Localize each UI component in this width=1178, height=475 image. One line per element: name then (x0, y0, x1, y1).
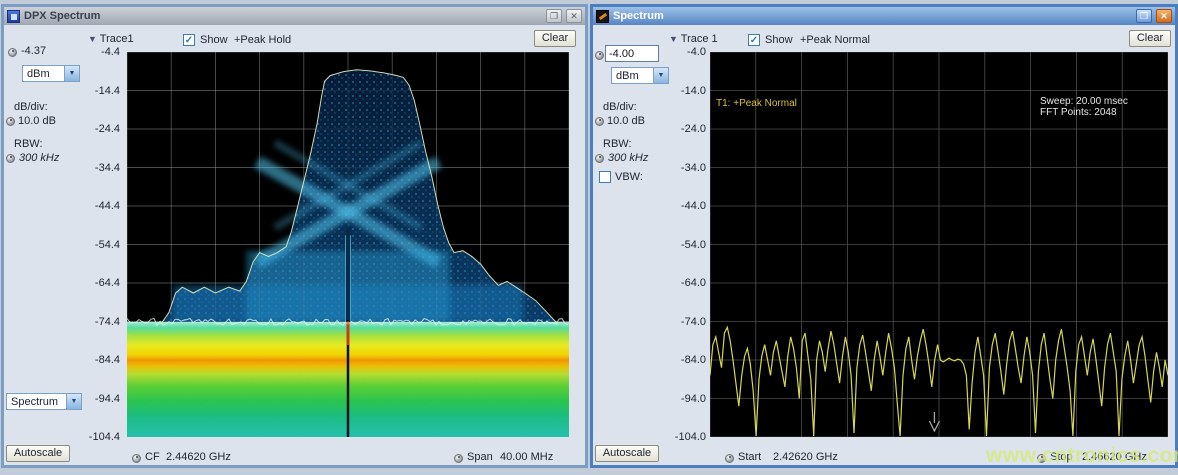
spectrum-detector-label: +Peak Normal (800, 34, 870, 46)
y-tick-label: -94.4 (95, 393, 120, 405)
spectrum-app-icon (596, 10, 609, 23)
dpx-autoscale-button[interactable]: Autoscale (6, 445, 70, 462)
dpx-y-axis: -4.4 -14.4 -24.4 -34.4 -44.4 -54.4 -64.4 -74.4 -… (70, 7, 120, 465)
dpx-dbdiv-knob-icon[interactable] (6, 117, 15, 126)
spectrum-start-value[interactable]: 2.42620 GHz (773, 451, 838, 463)
spectrum-autoscale-button[interactable]: Autoscale (595, 445, 659, 462)
y-tick-label: -74.0 (681, 316, 706, 328)
dpx-persistence-display (127, 52, 569, 437)
y-tick-label: -24.4 (95, 123, 120, 135)
dpx-rbw-knob-icon[interactable] (6, 154, 15, 163)
y-tick-label: -4.4 (101, 46, 120, 58)
y-tick-label: -54.0 (681, 239, 706, 251)
dpx-ref-level-knob-icon[interactable] (8, 48, 17, 57)
spectrum-clear-button[interactable]: Clear (1129, 30, 1171, 47)
dpx-display-mode-value: Spectrum (11, 396, 58, 408)
dpx-plot-area[interactable] (127, 52, 569, 437)
dpx-cf-label: CF (145, 451, 160, 463)
spectrum-close-button[interactable]: ✕ (1156, 9, 1172, 23)
dpx-dbdiv-label: dB/div: (14, 101, 48, 113)
y-tick-label: -104.0 (675, 431, 706, 443)
dpx-show-label: Show (200, 34, 228, 46)
spectrum-y-axis: -4.0 -14.0 -24.0 -34.0 -44.0 -54.0 -64.0 -74.0 -… (656, 7, 706, 465)
y-tick-label: -44.4 (95, 200, 120, 212)
dpx-span-value[interactable]: 40.00 MHz (500, 451, 553, 463)
dpx-show-checkbox[interactable]: ✓ (183, 34, 195, 46)
y-tick-label: -64.4 (95, 277, 120, 289)
y-tick-label: -34.0 (681, 162, 706, 174)
dpx-clear-button[interactable]: Clear (534, 30, 576, 47)
dpx-rbw-label: RBW: (14, 138, 43, 150)
spectrum-show-label: Show (765, 34, 793, 46)
dpx-app-icon (7, 10, 20, 23)
y-tick-label: -34.4 (95, 162, 120, 174)
dpx-detector-label: +Peak Hold (234, 34, 291, 46)
dpx-ref-level-value[interactable]: -4.37 (21, 45, 46, 57)
spectrum-show-checkbox[interactable]: ✓ (748, 34, 760, 46)
spectrum-sweep-annotation: Sweep: 20.00 msec FFT Points: 2048 (1040, 96, 1128, 118)
y-tick-label: -54.4 (95, 239, 120, 251)
spectrum-stop-knob-icon[interactable] (1037, 454, 1046, 463)
spectrum-rbw-knob-icon[interactable] (595, 154, 604, 163)
spectrum-dbdiv-value[interactable]: 10.0 dB (607, 115, 645, 127)
dpx-close-button[interactable]: ✕ (566, 9, 582, 23)
desktop: DPX Spectrum ❐ ✕ ▼ Trace1 ✓ Show +Peak H… (0, 0, 1178, 475)
fft-points-text: FFT Points: 2048 (1040, 107, 1117, 118)
sweep-time-text: Sweep: 20.00 msec (1040, 96, 1128, 107)
y-tick-label: -24.0 (681, 123, 706, 135)
spectrum-dbdiv-knob-icon[interactable] (595, 117, 604, 126)
spectrum-start-knob-icon[interactable] (725, 454, 734, 463)
spectrum-start-label: Start (738, 451, 761, 463)
spectrum-stop-value[interactable]: 2.46620 GHz (1082, 451, 1147, 463)
dpx-restore-button[interactable]: ❐ (546, 9, 562, 23)
dpx-span-knob-icon[interactable] (454, 454, 463, 463)
spectrum-restore-button[interactable]: ❐ (1136, 9, 1152, 23)
y-tick-label: -4.0 (687, 46, 706, 58)
y-tick-label: -94.0 (681, 393, 706, 405)
y-tick-label: -84.4 (95, 354, 120, 366)
dpx-cf-knob-icon[interactable] (132, 454, 141, 463)
y-tick-label: -14.4 (95, 85, 120, 97)
dpx-unit-value: dBm (27, 68, 50, 80)
spectrum-stop-label: Stop (1050, 451, 1073, 463)
spectrum-rbw-label: RBW: (603, 138, 632, 150)
dpx-cf-value[interactable]: 2.44620 GHz (166, 451, 231, 463)
y-tick-label: -64.0 (681, 277, 706, 289)
y-tick-label: -74.4 (95, 316, 120, 328)
spectrum-ref-level-knob-icon[interactable] (595, 51, 604, 60)
y-tick-label: -84.0 (681, 354, 706, 366)
dpx-spectrum-window: DPX Spectrum ❐ ✕ ▼ Trace1 ✓ Show +Peak H… (1, 4, 588, 468)
spectrum-window: Spectrum ❐ ✕ ▼ Trace 1 ✓ Show +Peak Norm… (590, 4, 1178, 468)
spectrum-vbw-label: VBW: (615, 171, 643, 183)
spectrum-rbw-value[interactable]: 300 kHz (608, 152, 648, 164)
spectrum-vbw-checkbox[interactable] (599, 171, 611, 183)
dpx-rbw-value[interactable]: 300 kHz (19, 152, 59, 164)
spectrum-plot-area[interactable]: T1: +Peak Normal Sweep: 20.00 msec FFT P… (710, 52, 1168, 437)
dpx-dbdiv-value[interactable]: 10.0 dB (18, 115, 56, 127)
spectrum-unit-value: dBm (616, 70, 639, 82)
y-tick-label: -104.4 (89, 431, 120, 443)
spectrum-t1-annotation: T1: +Peak Normal (716, 98, 797, 109)
spectrum-ref-level-input[interactable]: -4.00 (605, 45, 659, 62)
spectrum-dbdiv-label: dB/div: (603, 101, 637, 113)
y-tick-label: -14.0 (681, 85, 706, 97)
y-tick-label: -44.0 (681, 200, 706, 212)
dpx-span-label: Span (467, 451, 493, 463)
